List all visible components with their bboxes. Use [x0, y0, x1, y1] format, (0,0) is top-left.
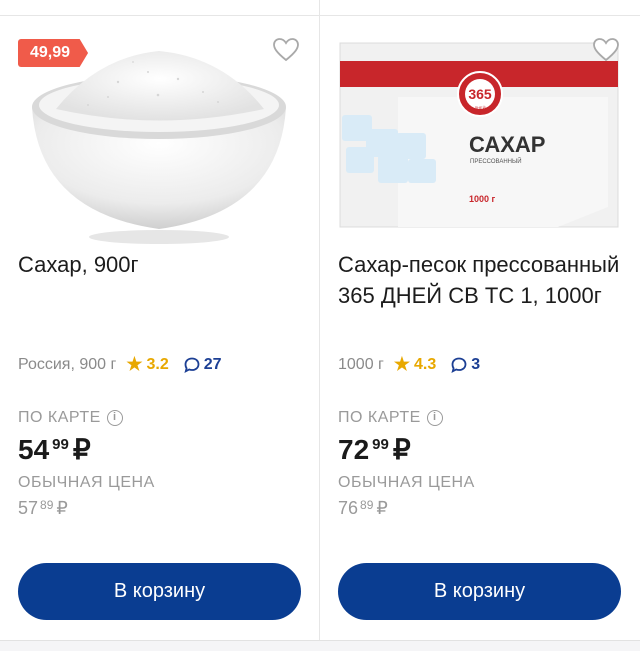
regular-price-label: ОБЫЧНАЯ ЦЕНА [18, 474, 155, 491]
regular-price-kop: 89 [40, 498, 54, 512]
package-subtitle: ПРЕССОВАННЫЙ [470, 157, 522, 165]
reviews-count: 3 [471, 355, 481, 373]
star-icon: ★ [393, 354, 411, 374]
product-origin: 1000 г [338, 355, 384, 373]
card-price-rub: 54 [18, 434, 50, 465]
product-meta: 1000 г ★ 4.3 3 [338, 354, 480, 375]
package-brand: 365 [468, 86, 492, 102]
reviews-link[interactable]: 27 [183, 356, 222, 374]
product-title[interactable]: Сахар, 900г [18, 249, 303, 280]
favorite-heart-icon[interactable] [592, 37, 620, 63]
rating: ★ 3.2 [126, 354, 168, 375]
rating: ★ 4.3 [394, 354, 436, 375]
regular-price-rub: 57 [18, 498, 39, 518]
comment-bubble-icon [451, 357, 467, 373]
regular-price-label: ОБЫЧНАЯ ЦЕНА [338, 474, 475, 491]
product-card[interactable]: 365 ДНЕЙ САХАР ПРЕССОВАННЫЙ 1000 г Сахар… [320, 17, 640, 639]
next-row-edge [0, 640, 640, 651]
regular-price: 57 89 ₽ [18, 497, 68, 519]
regular-price-kop: 89 [360, 498, 374, 512]
card-price-kop: 99 [52, 436, 69, 453]
currency-symbol: ₽ [376, 498, 388, 518]
card-price-label: ПО КАРТЕ i [18, 409, 123, 427]
info-icon[interactable]: i [106, 410, 123, 426]
regular-price-rub: 76 [338, 498, 359, 518]
add-to-cart-button[interactable]: В корзину [338, 563, 621, 620]
product-meta: Россия, 900 г ★ 3.2 27 [18, 354, 222, 375]
card-price-rub: 72 [338, 434, 370, 465]
rating-value: 4.3 [414, 355, 437, 373]
package-brand-sub: ДНЕЙ [474, 105, 485, 110]
product-card[interactable]: 49,99 Сахар, 900г Россия, 900 г ★ 3.2 27… [0, 17, 320, 639]
discount-badge: 49,99 [18, 39, 89, 67]
card-price: 72 99 ₽ [338, 433, 411, 467]
card-price-label-text: ПО КАРТЕ [18, 409, 101, 426]
card-price-kop: 99 [372, 436, 389, 453]
card-price: 54 99 ₽ [18, 433, 91, 467]
currency-symbol: ₽ [72, 434, 91, 465]
star-icon: ★ [126, 354, 143, 374]
package-weight: 1000 г [469, 194, 496, 204]
rating-value: 3.2 [146, 355, 169, 373]
card-price-label: ПО КАРТЕ i [338, 409, 443, 427]
card-price-label-text: ПО КАРТЕ [338, 409, 421, 426]
sugar-package-image[interactable]: 365 ДНЕЙ САХАР ПРЕССОВАННЫЙ 1000 г [338, 37, 620, 247]
package-title: САХАР [469, 132, 545, 157]
info-icon[interactable]: i [426, 410, 443, 426]
add-to-cart-button[interactable]: В корзину [18, 563, 301, 620]
reviews-count: 27 [203, 355, 222, 373]
favorite-heart-icon[interactable] [272, 37, 300, 63]
currency-symbol: ₽ [392, 434, 411, 465]
regular-price: 76 89 ₽ [338, 497, 388, 519]
currency-symbol: ₽ [56, 498, 68, 518]
comment-bubble-icon [184, 357, 200, 373]
sugar-bowl-image[interactable] [18, 37, 300, 247]
reviews-link[interactable]: 3 [450, 356, 480, 374]
product-title[interactable]: Сахар-песок прессованный 365 ДНЕЙ СВ ТС … [338, 249, 623, 311]
top-separator [0, 0, 640, 16]
product-origin: Россия, 900 г [18, 355, 117, 373]
